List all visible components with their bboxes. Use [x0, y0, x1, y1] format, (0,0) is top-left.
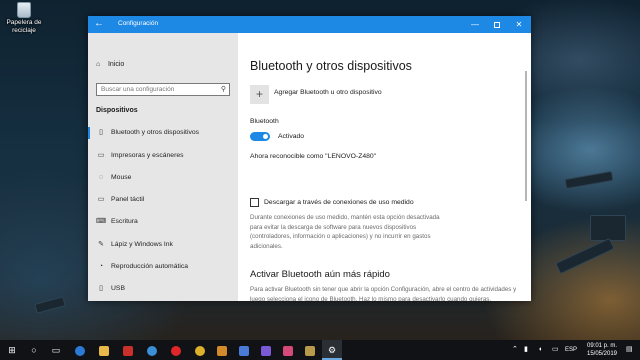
- battery-icon[interactable]: ▭: [552, 340, 559, 360]
- keyboard-icon: ⌨: [96, 218, 107, 225]
- discoverable-text: Ahora reconocible como "LENOVO-Z480": [250, 153, 377, 160]
- search-icon: ⚲: [220, 86, 226, 93]
- sidebar-item-mouse[interactable]: ◌ Mouse: [88, 169, 238, 187]
- pen-icon: ✎: [98, 241, 104, 248]
- recycle-bin-icon: [17, 2, 31, 18]
- minimize-button[interactable]: —: [464, 16, 486, 33]
- touchpad-icon: ▭: [97, 196, 105, 203]
- printer-icon: ▭: [97, 152, 105, 159]
- wallpaper-ship: [564, 170, 614, 190]
- bluetooth-label: Bluetooth: [250, 118, 279, 125]
- sidebar-item-label: Bluetooth y otros dispositivos: [111, 129, 200, 136]
- plus-icon: +: [250, 85, 269, 104]
- recycle-bin-shortcut[interactable]: Papelera de reciclaje: [4, 2, 44, 35]
- wallpaper-ship: [590, 215, 626, 241]
- edge-icon[interactable]: [70, 340, 90, 360]
- usb-icon: ▯: [99, 285, 103, 292]
- window-title: Configuración: [118, 20, 159, 27]
- settings-window: ← Configuración — ✕ ⌂ Inicio Buscar una …: [88, 16, 531, 301]
- page-title: Bluetooth y otros dispositivos: [250, 59, 412, 73]
- language-indicator[interactable]: ESP: [565, 340, 577, 360]
- sidebar-item-label: Impresoras y escáneres: [111, 152, 184, 159]
- clock-date: 15/05/2019: [586, 351, 618, 357]
- clock[interactable]: 09:01 p. m. 15/05/2019: [580, 342, 624, 358]
- back-arrow-icon[interactable]: ←: [94, 18, 104, 30]
- sidebar-item-label: Inicio: [107, 61, 125, 68]
- taskbar: ⊞ ○ ▭ ⚙ ⌃ ▮ ◖ ▭ ESP 09:01 p. m. 15/05/20…: [0, 340, 640, 360]
- network-icon[interactable]: ▮: [524, 340, 528, 360]
- sidebar-item-bluetooth[interactable]: ▯ Bluetooth y otros dispositivos: [88, 124, 238, 142]
- sidebar-item-autoplay[interactable]: ◔ Reproducción automática: [88, 258, 238, 276]
- cortana-search-icon[interactable]: ○: [24, 340, 44, 360]
- home-icon: ⌂: [96, 61, 101, 68]
- autoplay-icon: ◔: [98, 263, 104, 270]
- sidebar-item-printers[interactable]: ▭ Impresoras y escáneres: [88, 147, 238, 165]
- sidebar: ⌂ Inicio Buscar una configuración ⚲ Disp…: [88, 33, 238, 301]
- sidebar-item-home[interactable]: ⌂ Inicio: [96, 61, 124, 68]
- app-icon-blue-circle[interactable]: [142, 340, 162, 360]
- sidebar-item-usb[interactable]: ▯ USB: [88, 280, 238, 298]
- sidebar-item-typing[interactable]: ⌨ Escritura: [88, 213, 238, 231]
- chrome-icon[interactable]: [190, 340, 210, 360]
- settings-taskbar-icon[interactable]: ⚙: [322, 340, 342, 360]
- start-button[interactable]: ⊞: [2, 340, 22, 360]
- faster-description: Para activar Bluetooth sin tener que abr…: [250, 286, 517, 301]
- search-placeholder: Buscar una configuración: [101, 86, 175, 93]
- scrollbar[interactable]: [525, 71, 527, 201]
- metered-checkbox-label[interactable]: Descargar a través de conexiones de uso …: [264, 199, 414, 206]
- bluetooth-icon: ▯: [99, 129, 103, 136]
- sidebar-item-label: Lápiz y Windows Ink: [111, 241, 173, 248]
- chevron-up-icon[interactable]: ⌃: [512, 340, 518, 360]
- clock-time: 09:01 p. m.: [586, 343, 618, 349]
- action-center-icon[interactable]: ▤: [626, 340, 633, 360]
- sidebar-item-label: Mouse: [111, 174, 132, 181]
- app-icon-photo[interactable]: [278, 340, 298, 360]
- wallpaper-ship: [34, 296, 66, 314]
- metered-checkbox[interactable]: [250, 198, 259, 207]
- app-icon-stream[interactable]: [256, 340, 276, 360]
- task-view-icon[interactable]: ▭: [46, 340, 66, 360]
- add-device-label: Agregar Bluetooth u otro dispositivo: [274, 89, 382, 96]
- maximize-icon: [494, 21, 500, 28]
- sidebar-item-touchpad[interactable]: ▭ Panel táctil: [88, 191, 238, 209]
- search-input[interactable]: Buscar una configuración ⚲: [96, 83, 230, 96]
- sidebar-item-label: USB: [111, 285, 125, 292]
- sidebar-item-label: Escritura: [111, 218, 138, 225]
- wallpaper-ship: [555, 237, 615, 275]
- opera-icon[interactable]: [166, 340, 186, 360]
- volume-icon[interactable]: ◖: [538, 340, 542, 360]
- section-heading: Activar Bluetooth aún más rápido: [250, 269, 390, 280]
- close-button[interactable]: ✕: [508, 16, 530, 33]
- sidebar-item-label: Reproducción automática: [111, 263, 189, 270]
- app-icon-media[interactable]: [234, 340, 254, 360]
- maximize-button[interactable]: [486, 16, 508, 33]
- mouse-icon: ◌: [98, 174, 104, 181]
- tools-icon[interactable]: [212, 340, 232, 360]
- app-icon-folder[interactable]: [300, 340, 320, 360]
- title-bar[interactable]: ← Configuración — ✕: [88, 16, 531, 33]
- toggle-state-label: Activado: [278, 133, 305, 140]
- section-title: Dispositivos: [96, 107, 138, 114]
- recycle-bin-label: Papelera de reciclaje: [6, 19, 42, 34]
- sidebar-item-pen[interactable]: ✎ Lápiz y Windows Ink: [88, 236, 238, 254]
- bluetooth-toggle[interactable]: [250, 132, 270, 141]
- toggle-knob: [263, 134, 268, 139]
- sidebar-item-label: Panel táctil: [111, 196, 145, 203]
- metered-description: Durante conexiones de uso medido, mantén…: [250, 214, 440, 250]
- main-content: Bluetooth y otros dispositivos + Agregar…: [238, 33, 531, 301]
- file-explorer-icon[interactable]: [94, 340, 114, 360]
- app-icon-red[interactable]: [118, 340, 138, 360]
